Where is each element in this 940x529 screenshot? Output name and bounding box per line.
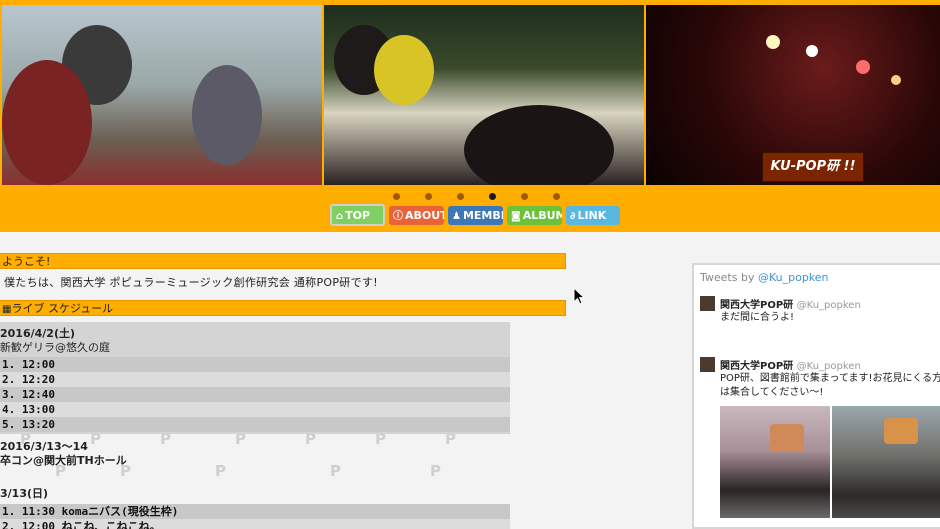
slider-dot[interactable] [393,193,400,200]
tweet-photo[interactable] [832,406,940,518]
twitter-header-by: by [740,271,755,284]
nav-about-button[interactable]: ⓘ ABOUT [389,206,444,225]
event-place: 新歓ゲリラ@悠久の庭 [0,341,110,354]
event-date: 2016/3/13〜14 [0,440,88,453]
nav-link-button[interactable]: ∂ LINK [566,206,620,225]
tweet-author[interactable]: 関西大学POP研 @Ku_popken [720,357,861,372]
schedule-row: 1. 12:00 [0,357,510,372]
schedule-row: 3. 12:40 [0,387,510,402]
twitter-header: Tweets by @Ku_popken [700,271,829,284]
tweet-author-handle: @Ku_popken [796,361,861,372]
avatar[interactable] [700,357,715,372]
event-place: 卒コン@関大前THホール [0,454,127,467]
schedule-row: 5. 13:20 [0,417,510,432]
slide-photo-party[interactable] [324,5,644,185]
slider-dot[interactable] [425,193,432,200]
slider-dot[interactable] [457,193,464,200]
mouse-cursor-icon [573,287,585,305]
nav-link-label: LINK [577,209,607,222]
welcome-heading-text: ようこそ! [2,255,51,268]
event-block: 2016/3/13〜14 卒コン@関大前THホール [0,440,510,468]
event-block: 3/13(日) 1. 11:30 komaニバス(現役生枠) 2. 12:00 … [0,487,510,529]
nav-top-label: TOP [345,209,371,222]
avatar[interactable] [700,296,715,311]
welcome-text: 僕たちは、関西大学 ポピュラーミュージック創作研究会 通称POP研です! [4,276,378,289]
tweet-author-handle: @Ku_popken [796,300,861,311]
schedule-row: 2. 12:20 [0,372,510,387]
main-content: ようこそ! 僕たちは、関西大学 ポピュラーミュージック創作研究会 通称POP研で… [0,232,690,529]
slider-dot[interactable] [553,193,560,200]
nav-member-button[interactable]: ♟MEMBER [448,206,503,225]
tweet-author-name: 関西大学POP研 [720,300,794,311]
link-icon: ∂ [570,211,576,222]
schedule-heading: ▦ライブ スケジュール [0,300,566,316]
photo-figure [374,35,434,105]
camera-icon: ◙ [511,211,521,222]
twitter-timeline: Tweets by @Ku_popken 関西大学POP研 @Ku_popken… [692,263,940,529]
nav-member-label: MEMBER [462,209,503,222]
schedule-heading-text: ライブ スケジュール [11,302,114,315]
twitter-header-label: Tweets [700,271,738,284]
stage-light [891,75,901,85]
tweet-author-name: 関西大学POP研 [720,361,794,372]
photo-figure [2,60,92,185]
slide-photo-live[interactable]: KU-POP研 !! [646,5,940,185]
stage-light [806,45,818,57]
photo-figure [192,65,262,165]
nav-about-label: ABOUT [405,209,444,222]
event-block: 2016/4/2(土) 新歓ゲリラ@悠久の庭 1. 12:00 2. 12:20… [0,322,510,434]
twitter-handle-link[interactable]: @Ku_popken [758,271,829,284]
tweet-photo[interactable] [720,406,830,518]
slider-dot-active[interactable] [489,193,496,200]
welcome-heading: ようこそ! [0,253,566,269]
slide-photo-picnic[interactable] [2,5,322,185]
event-date: 2016/4/2(土) [0,327,76,340]
photo-sign [770,424,804,452]
event-date: 3/13(日) [0,487,49,500]
info-icon: ⓘ [393,211,403,222]
home-icon: ⌂ [336,211,344,222]
nav-top-button[interactable]: ⌂ TOP [330,204,385,226]
nav-album-label: ALBUM [522,209,562,222]
nav-album-button[interactable]: ◙ ALBUM [507,206,562,225]
slider-dot[interactable] [521,193,528,200]
photo-figure [464,105,614,185]
stage-light [766,35,780,49]
header-band: KU-POP研 !! ⌂TOP ⓘABOUT ♟MEMBER ◙ALBUM ∂L… [0,0,940,232]
schedule-row: 2. 12:00 ねこね、こねこね。 [0,519,510,529]
schedule-row: 4. 13:00 [0,402,510,417]
tweet-text: POP研、図書館前で集まってます!お花見にくる方は集合してください〜! [720,373,940,398]
schedule-panel: P P P P P P P P P P P P 2016/4/2(土) 新歓ゲリ… [0,322,510,529]
slide-caption: KU-POP研 !! [762,152,864,182]
tweet-text: まだ間に合うよ! [720,312,795,323]
stage-light [856,60,870,74]
tweet-author[interactable]: 関西大学POP研 @Ku_popken [720,296,861,311]
schedule-row: 1. 11:30 komaニバス(現役生枠) [0,504,510,519]
photo-sign [884,418,918,444]
person-icon: ♟ [452,211,461,222]
